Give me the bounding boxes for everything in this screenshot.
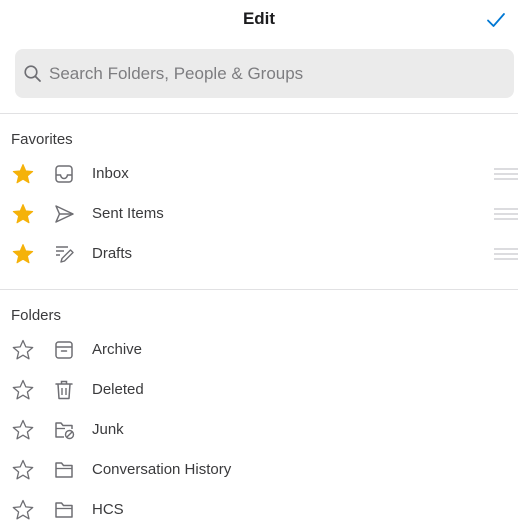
favorite-row-sent-items[interactable]: Sent Items [0, 194, 518, 234]
checkmark-icon[interactable] [484, 8, 508, 32]
divider [0, 113, 518, 114]
folder-label: Junk [92, 421, 124, 438]
folder-label: Deleted [92, 381, 144, 398]
folder-label: Conversation History [92, 461, 232, 478]
star-outline-icon[interactable] [11, 458, 35, 482]
star-filled-icon[interactable] [11, 242, 35, 266]
search-placeholder: Search Folders, People & Groups [49, 63, 304, 83]
reorder-handle-icon[interactable] [494, 207, 518, 221]
drafts-pencil-icon [56, 246, 74, 263]
folder-label: Inbox [92, 165, 129, 182]
section-title-folders: Folders [11, 307, 62, 324]
folder-label: Archive [92, 341, 143, 358]
star-filled-icon[interactable] [11, 202, 35, 226]
folder-row-archive[interactable]: Archive [0, 330, 518, 370]
favorite-row-drafts[interactable]: Drafts [0, 234, 518, 274]
star-outline-icon[interactable] [11, 418, 35, 442]
folder-icon [55, 462, 73, 478]
trash-icon [55, 380, 73, 400]
star-filled-icon[interactable] [11, 162, 35, 186]
folder-label: HCS [92, 501, 124, 518]
search-input[interactable]: Search Folders, People & Groups [15, 49, 514, 98]
section-title-favorites: Favorites [11, 131, 73, 148]
junk-folder-icon [55, 422, 75, 440]
folder-icon [55, 502, 73, 518]
search-icon [24, 64, 41, 82]
archive-icon [55, 341, 73, 359]
star-outline-icon[interactable] [11, 498, 35, 522]
folder-label: Sent Items [92, 205, 164, 222]
inbox-icon [55, 165, 73, 183]
send-icon [55, 205, 74, 223]
reorder-handle-icon[interactable] [494, 247, 518, 261]
favorite-row-inbox[interactable]: Inbox [0, 154, 518, 194]
star-outline-icon[interactable] [11, 378, 35, 402]
folder-row-junk[interactable]: Junk [0, 410, 518, 450]
folder-row-conversation-history[interactable]: Conversation History [0, 450, 518, 490]
page-title: Edit [242, 9, 276, 28]
divider [0, 289, 518, 290]
folder-row-deleted[interactable]: Deleted [0, 370, 518, 410]
reorder-handle-icon[interactable] [494, 167, 518, 181]
folder-row-hcs[interactable]: HCS [0, 490, 518, 530]
folder-label: Drafts [92, 245, 133, 262]
header: Edit [0, 0, 518, 40]
star-outline-icon[interactable] [11, 338, 35, 362]
